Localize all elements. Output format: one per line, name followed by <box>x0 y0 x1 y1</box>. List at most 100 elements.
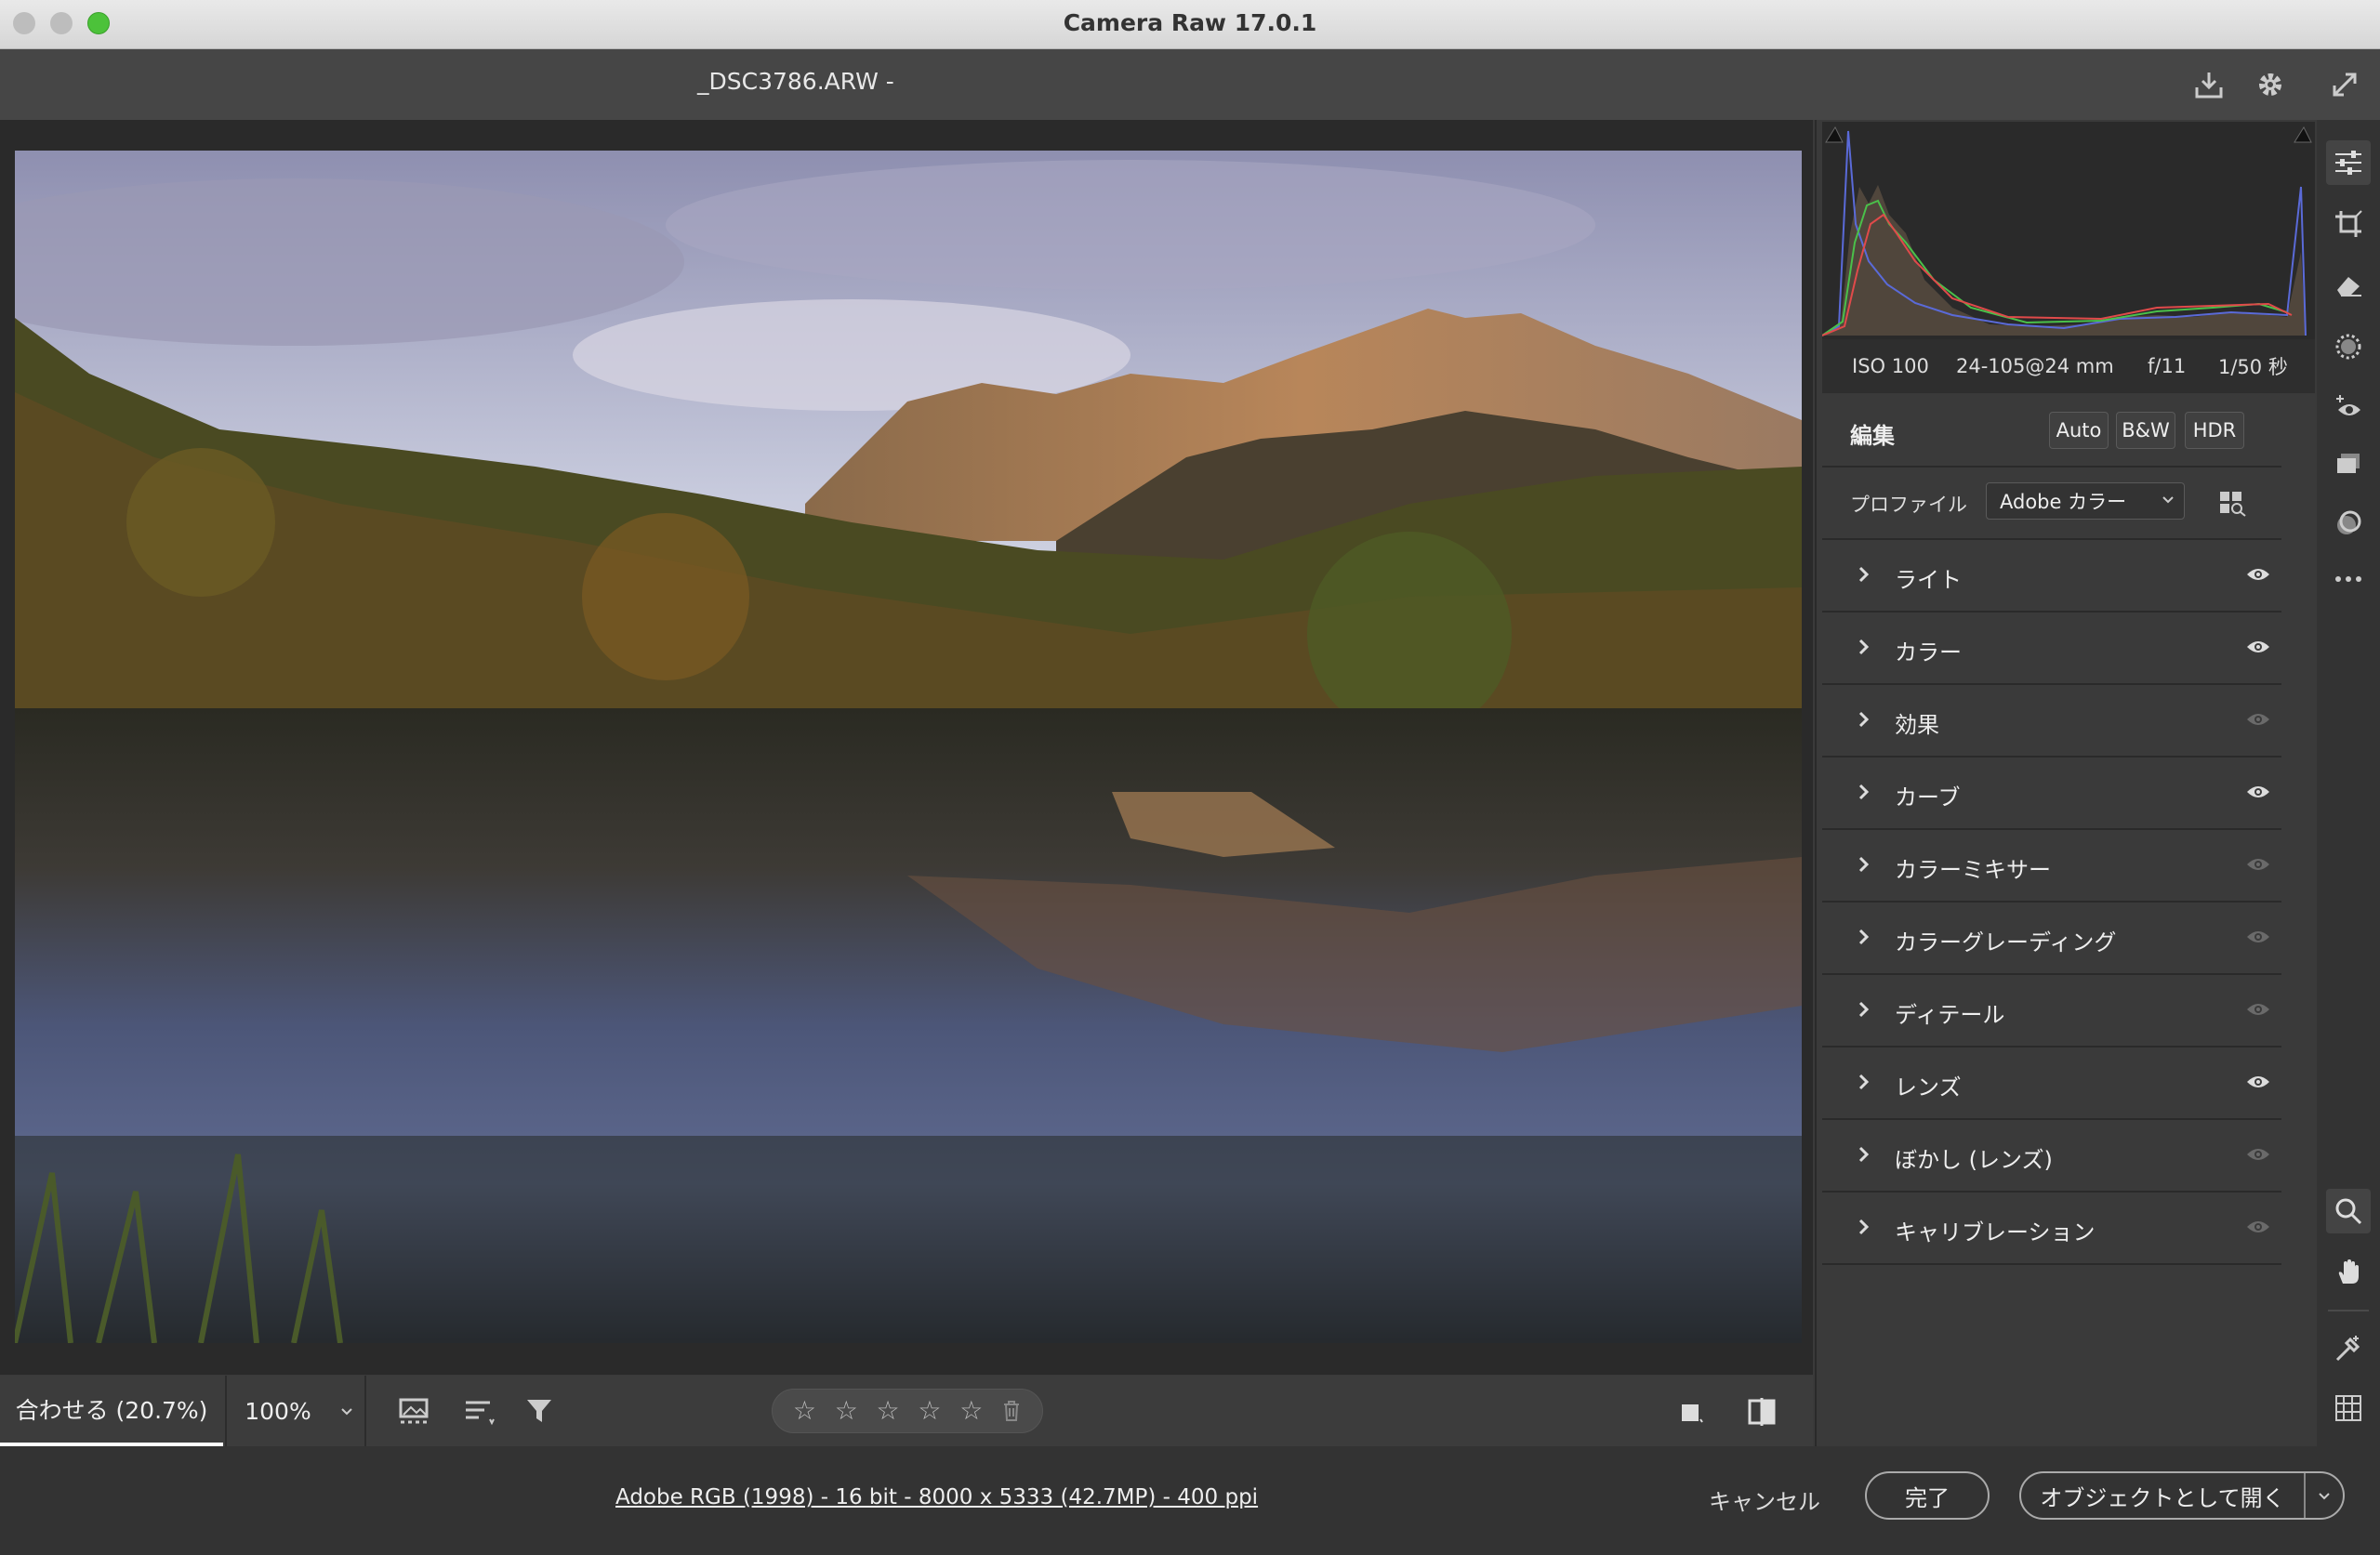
chevron-right-icon <box>1854 564 1874 585</box>
profile-row: プロファイル Adobe カラー <box>1822 468 2281 540</box>
section-label: ぼかし (レンズ) <box>1895 1147 2053 1173</box>
window-title: Camera Raw 17.0.1 <box>1063 9 1317 36</box>
zoom-icon[interactable] <box>2326 1189 2371 1233</box>
grid-icon[interactable] <box>2326 1386 2371 1430</box>
auto-button[interactable]: Auto <box>2049 412 2109 449</box>
star-5[interactable]: ☆ <box>959 1398 983 1424</box>
eye-icon[interactable] <box>2244 854 2272 875</box>
toolbar-divider <box>364 1376 366 1446</box>
filter-icon[interactable] <box>521 1392 560 1431</box>
exif-lens: 24-105@24 mm <box>1956 355 2114 377</box>
bw-button[interactable]: B&W <box>2116 412 2175 449</box>
fullscreen-icon[interactable] <box>2324 64 2365 105</box>
red-eye-icon[interactable] <box>2326 384 2371 428</box>
eye-icon[interactable] <box>2244 1217 2272 1237</box>
section-detail[interactable]: ディテール <box>1822 975 2281 1048</box>
image-canvas[interactable] <box>0 120 1813 1375</box>
workflow-options-link[interactable]: Adobe RGB (1998) - 16 bit - 8000 x 5333 … <box>615 1485 1258 1509</box>
star-2[interactable]: ☆ <box>835 1398 858 1424</box>
section-label: キャリブレーション <box>1895 1219 2096 1245</box>
hdr-button[interactable]: HDR <box>2185 412 2244 449</box>
view-toolbar: 合わせる (20.7%) 100% ☆ ☆ ☆ ☆ ☆ <box>0 1376 1813 1446</box>
tool-divider <box>2328 1310 2369 1311</box>
eye-icon[interactable] <box>2244 1144 2272 1165</box>
eye-icon[interactable] <box>2244 709 2272 730</box>
chevron-right-icon <box>1854 1217 1874 1237</box>
profile-browser-icon[interactable] <box>2216 486 2250 520</box>
document-header: _DSC3786.ARW - <box>0 49 2380 120</box>
profile-label: プロファイル <box>1850 494 1967 516</box>
cancel-button[interactable]: キャンセル <box>1709 1483 1820 1516</box>
chevron-right-icon <box>1854 854 1874 875</box>
section-label: カラー <box>1895 639 1962 665</box>
section-color[interactable]: カラー <box>1822 613 2281 685</box>
zoom-dropdown-icon[interactable] <box>331 1376 363 1446</box>
section-lens-blur[interactable]: ぼかし (レンズ) <box>1822 1120 2281 1193</box>
chevron-right-icon <box>1854 637 1874 657</box>
exif-iso: ISO 100 <box>1852 355 1929 377</box>
sort-icon[interactable] <box>459 1392 498 1431</box>
section-light[interactable]: ライト <box>1822 540 2281 613</box>
edit-sliders-icon[interactable] <box>2326 140 2371 185</box>
save-image-icon[interactable] <box>2188 64 2229 105</box>
settings-gear-icon[interactable] <box>2250 64 2291 105</box>
chevron-down-icon <box>2162 494 2175 507</box>
eye-icon[interactable] <box>2244 927 2272 947</box>
edit-header: 編集 Auto B&W HDR <box>1822 395 2281 468</box>
section-color-grading[interactable]: カラーグレーディング <box>1822 903 2281 975</box>
sampler-icon[interactable] <box>2326 1326 2371 1371</box>
star-1[interactable]: ☆ <box>793 1398 816 1424</box>
done-button[interactable]: 完了 <box>1865 1471 1990 1520</box>
chevron-right-icon <box>1854 1072 1874 1092</box>
histogram <box>1821 122 2315 339</box>
before-after-icon[interactable] <box>1742 1392 1781 1431</box>
hand-icon[interactable] <box>2326 1250 2371 1295</box>
chevron-right-icon <box>1854 1144 1874 1165</box>
single-view-icon[interactable] <box>1672 1392 1711 1431</box>
open-object-button[interactable]: オブジェクトとして開く <box>2019 1471 2345 1520</box>
eraser-icon[interactable] <box>2326 263 2371 308</box>
exif-shutter: 1/50 秒 <box>2218 356 2288 378</box>
zoom-100-button[interactable]: 100% <box>227 1376 329 1446</box>
section-label: 効果 <box>1895 712 1939 738</box>
star-rating[interactable]: ☆ ☆ ☆ ☆ ☆ <box>772 1389 1043 1433</box>
more-icon[interactable] <box>2326 557 2371 601</box>
section-calibration[interactable]: キャリブレーション <box>1822 1193 2281 1265</box>
section-color-mixer[interactable]: カラーミキサー <box>1822 830 2281 903</box>
chevron-down-icon[interactable] <box>2306 1490 2343 1501</box>
zoom-fit-button[interactable]: 合わせる (20.7%) <box>0 1376 223 1446</box>
eye-icon[interactable] <box>2244 1072 2272 1092</box>
chevron-right-icon <box>1854 927 1874 947</box>
chevron-right-icon <box>1854 999 1874 1020</box>
chevron-right-icon <box>1854 709 1874 730</box>
eye-icon[interactable] <box>2244 564 2272 585</box>
section-lens[interactable]: レンズ <box>1822 1048 2281 1120</box>
edit-title: 編集 <box>1850 423 1895 449</box>
masking-icon[interactable] <box>2326 324 2371 369</box>
eye-icon[interactable] <box>2244 999 2272 1020</box>
file-name: _DSC3786.ARW - <box>697 68 894 95</box>
section-label: カラーミキサー <box>1895 857 2051 883</box>
section-label: カーブ <box>1895 784 1961 810</box>
section-label: レンズ <box>1895 1074 1962 1100</box>
landscape-photo <box>15 151 1802 1343</box>
chevron-right-icon <box>1854 782 1874 802</box>
section-label: ディテール <box>1895 1002 2005 1028</box>
star-4[interactable]: ☆ <box>918 1398 941 1424</box>
star-3[interactable]: ☆ <box>877 1398 900 1424</box>
eye-icon[interactable] <box>2244 637 2272 657</box>
eye-icon[interactable] <box>2244 782 2272 802</box>
trash-icon[interactable] <box>1001 1399 1022 1423</box>
open-object-label[interactable]: オブジェクトとして開く <box>2021 1473 2306 1518</box>
exif-aperture: f/11 <box>2148 355 2187 377</box>
profile-select[interactable]: Adobe カラー <box>1986 482 2185 520</box>
edit-panel: ISO 100 24-105@24 mm f/11 1/50 秒 編集 Auto… <box>1815 120 2319 1446</box>
snapshots-icon[interactable] <box>2326 501 2371 546</box>
section-label: ライト <box>1895 567 1962 593</box>
section-effects[interactable]: 効果 <box>1822 685 2281 758</box>
filmstrip-icon[interactable] <box>396 1392 435 1431</box>
presets-icon[interactable] <box>2326 441 2371 486</box>
section-curve[interactable]: カーブ <box>1822 758 2281 830</box>
section-label: カラーグレーディング <box>1895 929 2117 955</box>
crop-icon[interactable] <box>2326 202 2371 246</box>
